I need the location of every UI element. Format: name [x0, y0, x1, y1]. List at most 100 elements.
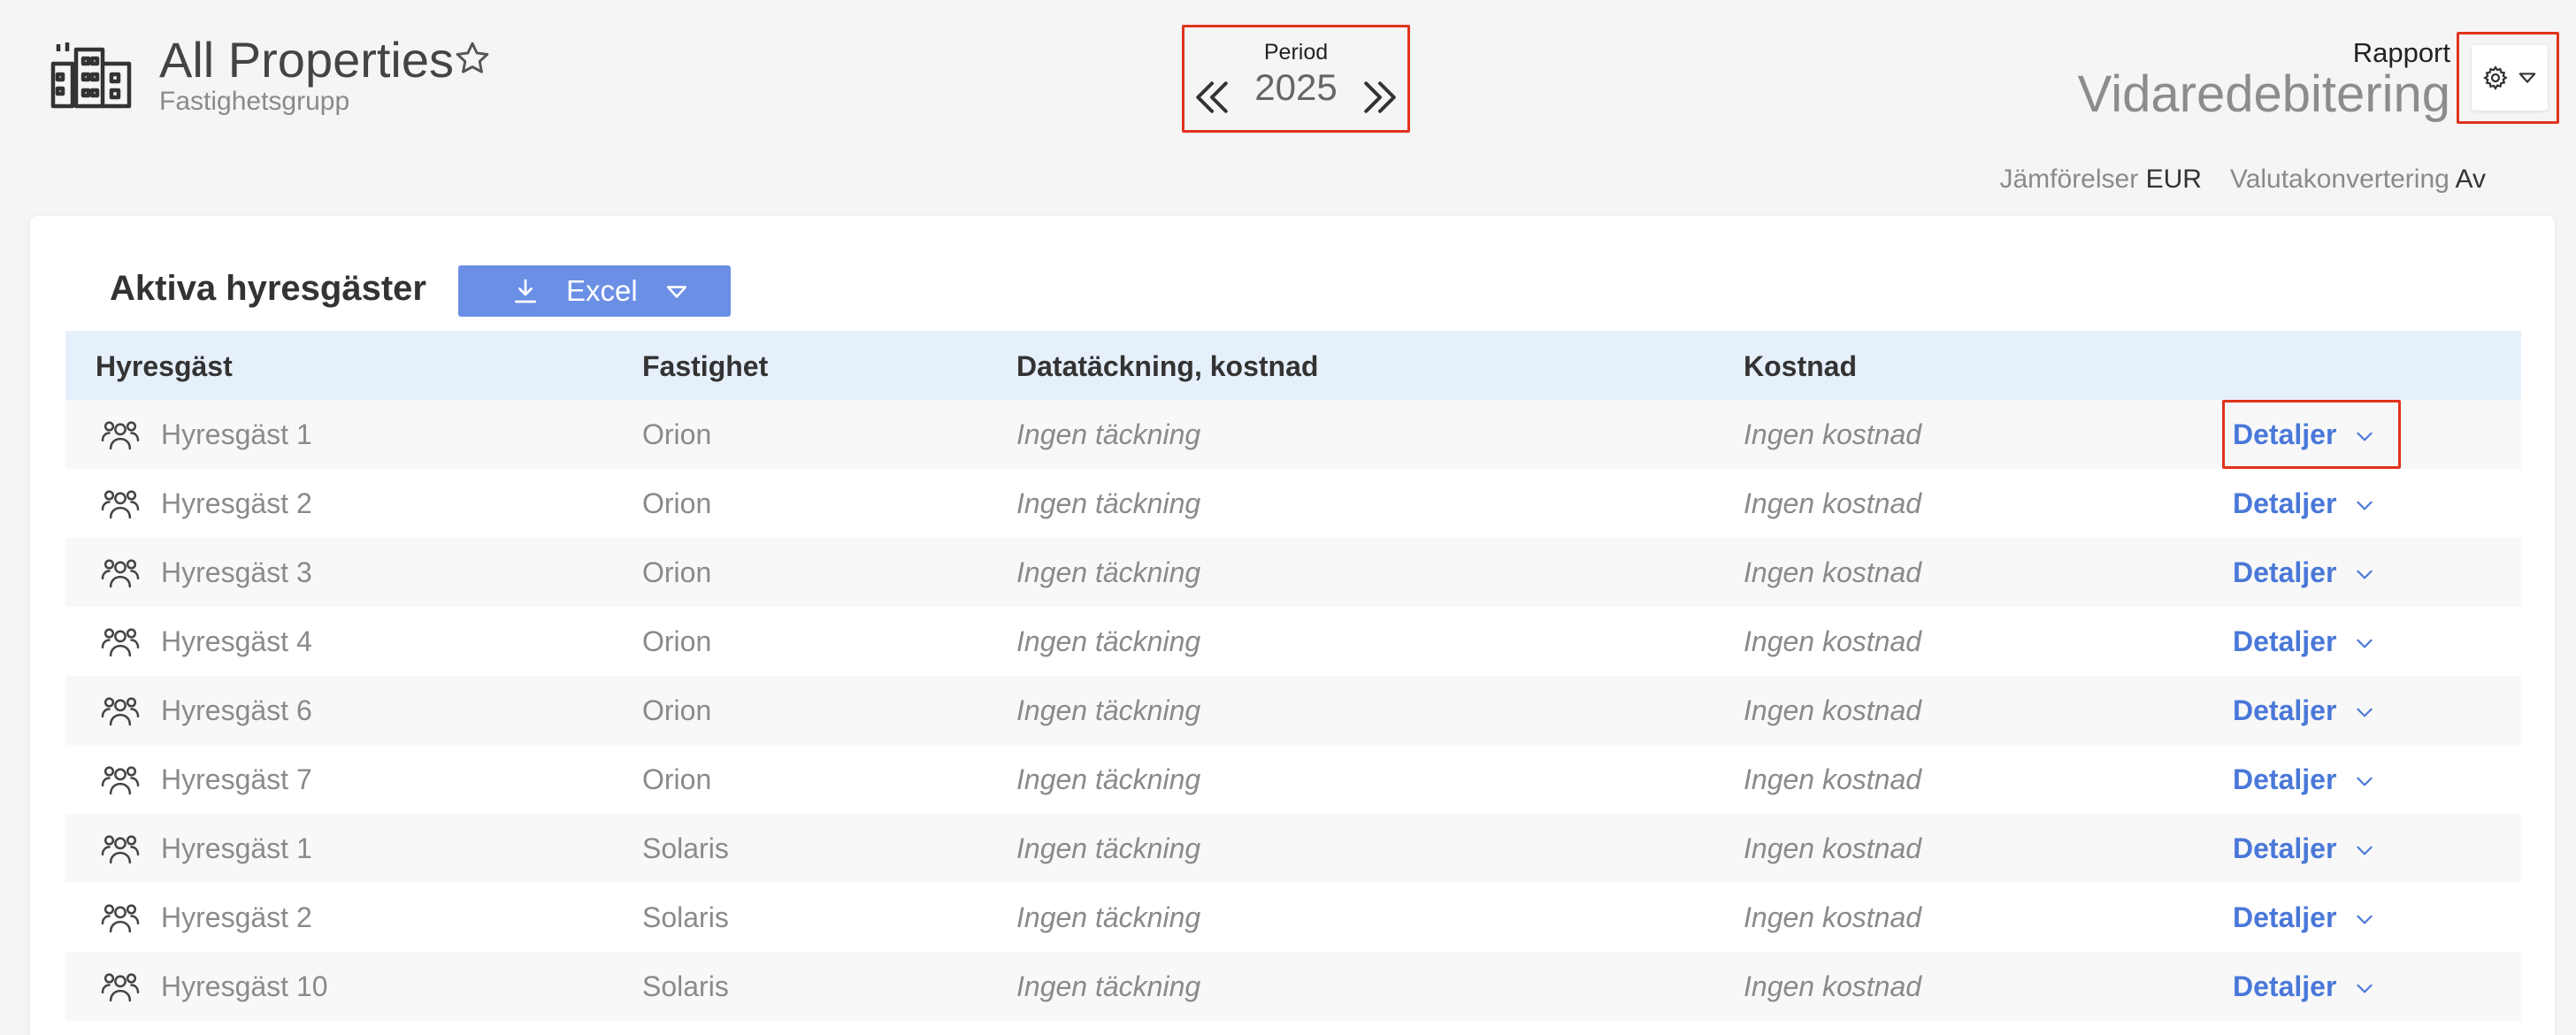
cost-value: Ingen kostnad [1744, 487, 1922, 519]
users-icon [101, 421, 140, 450]
column-header-cost: Kostnad [1744, 350, 1857, 382]
building-group-icon [50, 42, 132, 109]
coverage-value: Ingen täckning [1016, 832, 1201, 864]
table-row: Hyresgäst 4 Orion Ingen täckning Ingen kost… [65, 607, 2521, 676]
cost-value: Ingen kostnad [1744, 832, 1922, 864]
coverage-value: Ingen täckning [1016, 625, 1201, 657]
tenants-table: Hyresgäst Fastighet Datatäckning, kostna… [65, 331, 2521, 1021]
details-toggle[interactable]: Detaljer [2222, 676, 2401, 745]
property-subtitle: Fastighetsgrupp [159, 87, 350, 116]
table-row: Hyresgäst 1 Orion Ingen täckning Ingen kost… [65, 400, 2521, 469]
property-title: All Properties [159, 32, 455, 88]
cost-value: Ingen kostnad [1744, 970, 1922, 1002]
users-icon [101, 973, 140, 1002]
table-row: Hyresgäst 2 Orion Ingen täckning Ingen kost… [65, 469, 2521, 538]
currency-conversion-option[interactable]: Valutakonvertering Av [2230, 165, 2486, 195]
users-icon [101, 559, 140, 588]
details-toggle[interactable]: Detaljer [2222, 607, 2401, 676]
cost-value: Ingen kostnad [1744, 625, 1922, 657]
details-toggle[interactable]: Detaljer [2222, 400, 2401, 469]
table-row: Hyresgäst 6 Orion Ingen täckning Ingen kost… [65, 676, 2521, 745]
property-name: Solaris [642, 832, 729, 864]
property-name: Orion [642, 625, 712, 657]
details-label: Detaljer [2233, 763, 2337, 795]
page-header: All Properties Fastighetsgrupp Period 20… [0, 0, 2576, 212]
tenant-name: Hyresgäst 4 [161, 625, 312, 657]
details-toggle[interactable]: Detaljer [2222, 469, 2401, 538]
details-label: Detaljer [2233, 487, 2337, 519]
chevron-down-icon [2357, 846, 2373, 855]
property-name: Solaris [642, 901, 729, 933]
column-header-property: Fastighet [642, 350, 769, 382]
details-toggle[interactable]: Detaljer [2222, 952, 2401, 1021]
details-label: Detaljer [2233, 832, 2337, 864]
tenant-name: Hyresgäst 1 [161, 832, 312, 864]
chevron-down-icon [2357, 708, 2373, 717]
comparisons-option[interactable]: Jämförelser EUR [2000, 165, 2202, 195]
star-icon[interactable] [453, 39, 492, 78]
tenants-card: Aktiva hyresgäster Excel Hyresgäst Fasti… [30, 216, 2555, 1035]
coverage-value: Ingen täckning [1016, 487, 1201, 519]
property-name: Orion [642, 763, 712, 795]
cost-value: Ingen kostnad [1744, 694, 1922, 726]
property-name: Orion [642, 556, 712, 588]
details-label: Detaljer [2233, 625, 2337, 657]
chevron-double-right-icon[interactable] [1356, 73, 1404, 121]
settings-highlight [2457, 32, 2559, 124]
users-icon [101, 697, 140, 726]
details-label: Detaljer [2233, 901, 2337, 933]
details-label: Detaljer [2233, 970, 2337, 1002]
details-label: Detaljer [2233, 556, 2337, 588]
details-toggle[interactable]: Detaljer [2222, 745, 2401, 814]
cost-value: Ingen kostnad [1744, 901, 1922, 933]
tenant-name: Hyresgäst 7 [161, 763, 312, 795]
table-row: Hyresgäst 10 Solaris Ingen täckning Ingen k… [65, 952, 2521, 1021]
period-label: Period [1263, 40, 1329, 65]
users-icon [101, 904, 140, 933]
coverage-value: Ingen täckning [1016, 763, 1201, 795]
tenant-name: Hyresgäst 10 [161, 970, 328, 1002]
chevron-down-icon [2357, 777, 2373, 786]
tenant-name: Hyresgäst 1 [161, 418, 312, 450]
period-selector: Period 2025 [1182, 25, 1410, 133]
users-icon [101, 628, 140, 657]
tenant-name: Hyresgäst 6 [161, 694, 312, 726]
property-name: Orion [642, 694, 712, 726]
chevron-down-icon [2357, 639, 2373, 648]
report-name: Vidaredebitering [2077, 65, 2450, 123]
table-header: Hyresgäst Fastighet Datatäckning, kostna… [65, 331, 2521, 400]
excel-export-button[interactable]: Excel [458, 265, 731, 317]
download-icon [515, 279, 536, 303]
column-header-coverage: Datatäckning, kostnad [1016, 350, 1319, 382]
details-toggle[interactable]: Detaljer [2222, 538, 2401, 607]
property-name: Orion [642, 418, 712, 450]
coverage-value: Ingen täckning [1016, 556, 1201, 588]
chevron-down-icon [2357, 915, 2373, 924]
details-label: Detaljer [2233, 418, 2337, 450]
chevron-down-icon [2357, 984, 2373, 993]
chevron-down-icon [2357, 570, 2373, 579]
caret-down-icon [666, 286, 687, 298]
coverage-value: Ingen täckning [1016, 970, 1201, 1002]
users-icon [101, 490, 140, 519]
coverage-value: Ingen täckning [1016, 694, 1201, 726]
users-icon [101, 835, 140, 864]
cost-value: Ingen kostnad [1744, 556, 1922, 588]
table-row: Hyresgäst 2 Solaris Ingen täckning Ingen ko… [65, 883, 2521, 952]
column-header-tenant: Hyresgäst [96, 350, 233, 382]
gear-icon [2483, 65, 2508, 90]
details-toggle[interactable]: Detaljer [2222, 883, 2401, 952]
report-options: Jämförelser EUR Valutakonvertering Av [2000, 165, 2487, 195]
details-label: Detaljer [2233, 694, 2337, 726]
property-name: Orion [642, 487, 712, 519]
table-row: Hyresgäst 1 Solaris Ingen täckning Ingen ko… [65, 814, 2521, 883]
settings-button[interactable] [2472, 45, 2548, 111]
cost-value: Ingen kostnad [1744, 763, 1922, 795]
coverage-value: Ingen täckning [1016, 901, 1201, 933]
property-name: Solaris [642, 970, 729, 1002]
excel-label: Excel [566, 274, 638, 307]
details-toggle[interactable]: Detaljer [2222, 814, 2401, 883]
users-icon [101, 766, 140, 795]
table-row: Hyresgäst 7 Orion Ingen täckning Ingen kost… [65, 745, 2521, 814]
table-body: Hyresgäst 1 Orion Ingen täckning Ingen kost… [65, 400, 2521, 1021]
